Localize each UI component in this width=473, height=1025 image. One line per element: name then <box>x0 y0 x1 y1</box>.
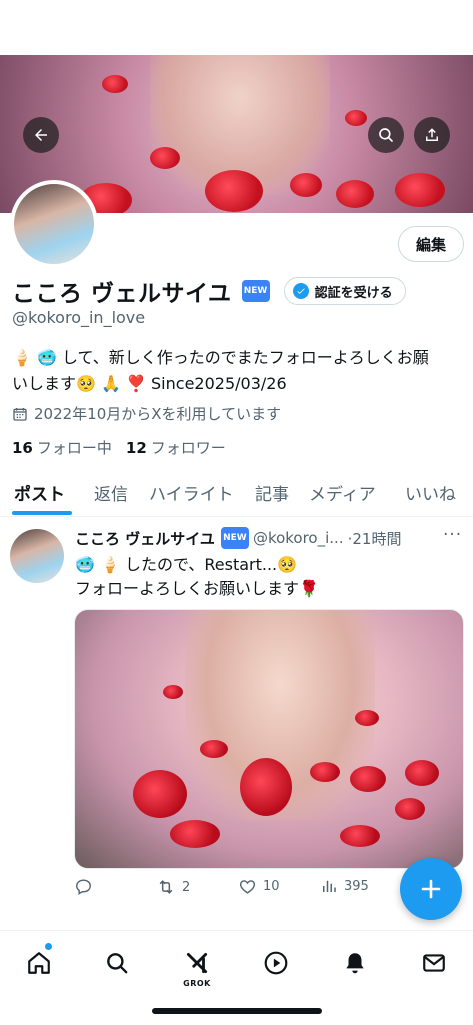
profile-tabs: ポスト 返信 ハイライト 記事 メディア いいね <box>0 470 473 517</box>
back-button[interactable] <box>23 117 59 153</box>
post-image[interactable] <box>74 609 464 869</box>
image-rose <box>340 825 380 847</box>
profile-handle: @kokoro_in_love <box>12 308 146 327</box>
following-link[interactable]: 16 フォロー中 <box>12 437 112 458</box>
following-label: フォロー中 <box>36 439 112 457</box>
bio-line: いします🥺 🙏 ❣️ Since2025/03/26 <box>12 374 287 393</box>
back-arrow-icon <box>35 129 47 141</box>
joined-date: 2022年10月からXを利用しています <box>12 403 281 424</box>
tab-posts[interactable]: ポスト <box>14 480 65 505</box>
bell-icon <box>346 953 364 974</box>
calendar-icon <box>13 407 27 421</box>
post-author-name: こころ ヴェルサイユ <box>75 529 215 548</box>
like-count: 10 <box>263 879 280 894</box>
home-icon <box>28 952 50 974</box>
search-icon <box>379 128 393 142</box>
image-rose <box>240 758 292 816</box>
post-time: ·21時間 <box>347 529 402 548</box>
post-header: こころ ヴェルサイユ NEW @kokoro_i... ·21時間 <box>75 527 401 549</box>
follow-stats: 16 フォロー中 12 フォロワー <box>12 437 226 458</box>
repost-button[interactable]: 2 <box>156 877 190 897</box>
mail-icon <box>423 954 445 972</box>
followers-count: 12 <box>125 439 147 457</box>
more-options-button[interactable]: ··· <box>443 525 462 545</box>
post-text: 🥶 🍦 したので、Restart...🥺 フォローよろしくお願いします🌹 <box>75 553 319 601</box>
share-button[interactable] <box>414 117 450 153</box>
grok-icon <box>186 952 208 974</box>
like-icon <box>239 880 256 894</box>
home-indicator <box>152 1008 322 1014</box>
tab-highlights[interactable]: ハイライト <box>149 480 234 505</box>
active-tab-indicator <box>12 511 72 515</box>
views-button[interactable]: 395 <box>320 877 369 895</box>
post-text-line: フォローよろしくお願いします🌹 <box>75 579 319 598</box>
followers-link[interactable]: 12 フォロワー <box>126 437 226 458</box>
banner-rose <box>102 75 128 93</box>
post-item[interactable]: こころ ヴェルサイユ NEW @kokoro_i... ·21時間 ··· 🥶 … <box>0 517 473 917</box>
new-badge-icon: NEW <box>241 280 270 302</box>
repost-icon <box>159 880 173 894</box>
image-rose <box>133 770 187 818</box>
tab-replies[interactable]: 返信 <box>94 480 128 505</box>
search-icon <box>107 953 128 974</box>
image-rose <box>395 798 425 820</box>
tab-media[interactable]: メディア <box>309 480 376 505</box>
nav-video[interactable] <box>256 943 296 983</box>
new-badge-icon: NEW <box>220 527 249 549</box>
joined-text: 2022年10月からXを利用しています <box>34 405 282 423</box>
get-verified-button[interactable]: 認証を受ける <box>283 277 406 305</box>
image-rose <box>200 740 228 758</box>
post-avatar[interactable] <box>10 529 64 583</box>
reply-button[interactable] <box>74 877 99 896</box>
tab-likes[interactable]: いいね <box>405 480 456 505</box>
share-icon <box>426 128 438 141</box>
image-rose <box>350 766 386 792</box>
repost-count: 2 <box>182 879 191 895</box>
nav-notifications[interactable] <box>335 943 375 983</box>
banner-rose <box>336 180 374 208</box>
views-icon <box>323 880 336 892</box>
plus-icon <box>421 879 441 899</box>
get-verified-label: 認証を受ける <box>314 285 393 301</box>
followers-label: フォロワー <box>150 439 226 457</box>
banner-rose <box>150 147 180 169</box>
nav-messages[interactable] <box>414 943 454 983</box>
edit-profile-button[interactable]: 編集 <box>398 226 464 262</box>
verified-check-icon <box>292 283 309 299</box>
image-rose <box>405 760 439 786</box>
profile-name-row: こころ ヴェルサイユ NEW 認証を受ける <box>12 274 406 308</box>
profile-avatar[interactable] <box>10 180 98 268</box>
views-count: 395 <box>344 878 369 894</box>
compose-post-button[interactable] <box>400 858 462 920</box>
image-rose <box>170 820 220 848</box>
image-rose <box>355 710 379 726</box>
reply-icon <box>76 879 91 895</box>
post-actions: 2 10 395 <box>74 877 404 899</box>
banner-rose <box>395 173 445 207</box>
nav-search[interactable] <box>97 943 137 983</box>
search-button[interactable] <box>368 117 404 153</box>
banner-rose <box>290 173 322 197</box>
banner-rose <box>205 170 263 212</box>
bio-line: 🍦 🥶 して、新しく作ったのでまたフォローよろしくお願 <box>12 348 429 367</box>
display-name: こころ ヴェルサイユ <box>12 281 232 307</box>
like-button[interactable]: 10 <box>238 877 280 896</box>
image-rose <box>310 762 340 782</box>
notification-dot <box>45 943 52 950</box>
profile-bio: 🍦 🥶 して、新しく作ったのでまたフォローよろしくお願 いします🥺 🙏 ❣️ S… <box>12 345 462 397</box>
tab-articles[interactable]: 記事 <box>255 480 289 505</box>
play-icon <box>264 951 288 975</box>
banner-rose <box>345 110 367 126</box>
nav-grok[interactable]: GROK <box>177 943 217 988</box>
status-bar-area <box>0 0 473 55</box>
grok-label: GROK <box>183 979 211 988</box>
post-text-line: 🥶 🍦 したので、Restart...🥺 <box>75 555 298 574</box>
post-author-handle: @kokoro_i... <box>252 529 344 547</box>
nav-home[interactable] <box>19 943 59 983</box>
following-count: 16 <box>12 439 33 457</box>
image-rose <box>163 685 183 699</box>
